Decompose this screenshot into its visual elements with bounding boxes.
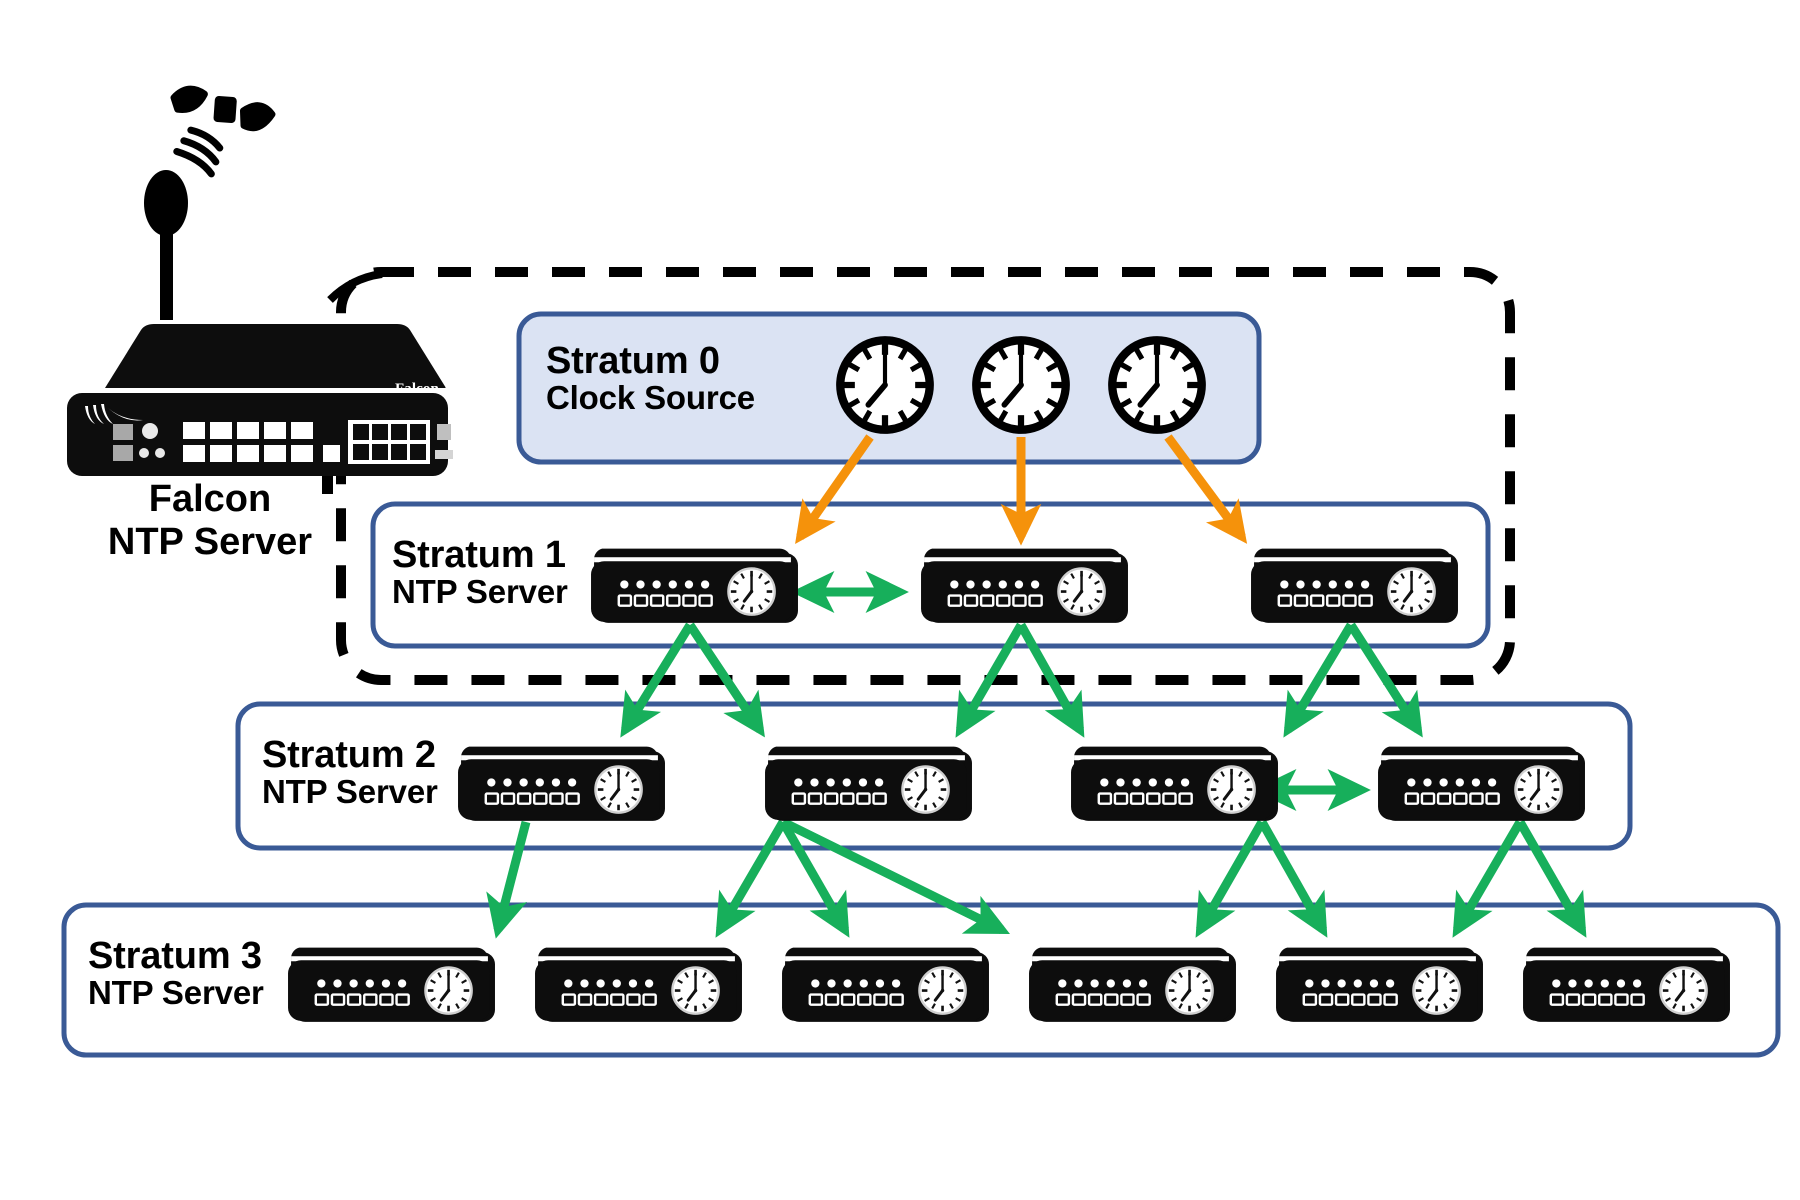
falcon-caption-line1: Falcon xyxy=(148,478,272,520)
clock-source-2[interactable] xyxy=(976,340,1065,429)
stratum2-server-1[interactable] xyxy=(456,745,667,823)
stratum1-server-1[interactable] xyxy=(589,547,800,625)
falcon-caption: Falcon NTP Server xyxy=(40,478,380,565)
stratum1-server-2[interactable] xyxy=(919,547,1130,625)
stratum3-server-4[interactable] xyxy=(1027,946,1238,1024)
stratum3-server-3[interactable] xyxy=(780,946,991,1024)
falcon-caption-line2: NTP Server xyxy=(107,521,313,564)
stratum2-server-2[interactable] xyxy=(763,745,974,823)
stratum3-server-6[interactable] xyxy=(1521,946,1732,1024)
clock-source-3[interactable] xyxy=(1112,340,1201,429)
stratum3-server-5[interactable] xyxy=(1274,946,1485,1024)
stratum2-server-3[interactable] xyxy=(1069,745,1280,823)
antenna-icon xyxy=(144,170,188,320)
stratum3-server-1[interactable] xyxy=(286,946,497,1024)
stratum1-server-3[interactable] xyxy=(1249,547,1460,625)
satellite-icon xyxy=(170,85,276,178)
clock-source-1[interactable] xyxy=(840,340,929,429)
diagram-canvas xyxy=(61,85,1781,1058)
falcon-model-label: Falcon-RX/G xyxy=(395,381,482,397)
stratum2-server-4[interactable] xyxy=(1376,745,1587,823)
ntp-stratum-diagram: Stratum 0 Clock Source Stratum 1 NTP Ser… xyxy=(0,0,1800,1200)
stratum3-server-2[interactable] xyxy=(533,946,744,1024)
falcon-ntp-appliance[interactable] xyxy=(67,324,453,476)
